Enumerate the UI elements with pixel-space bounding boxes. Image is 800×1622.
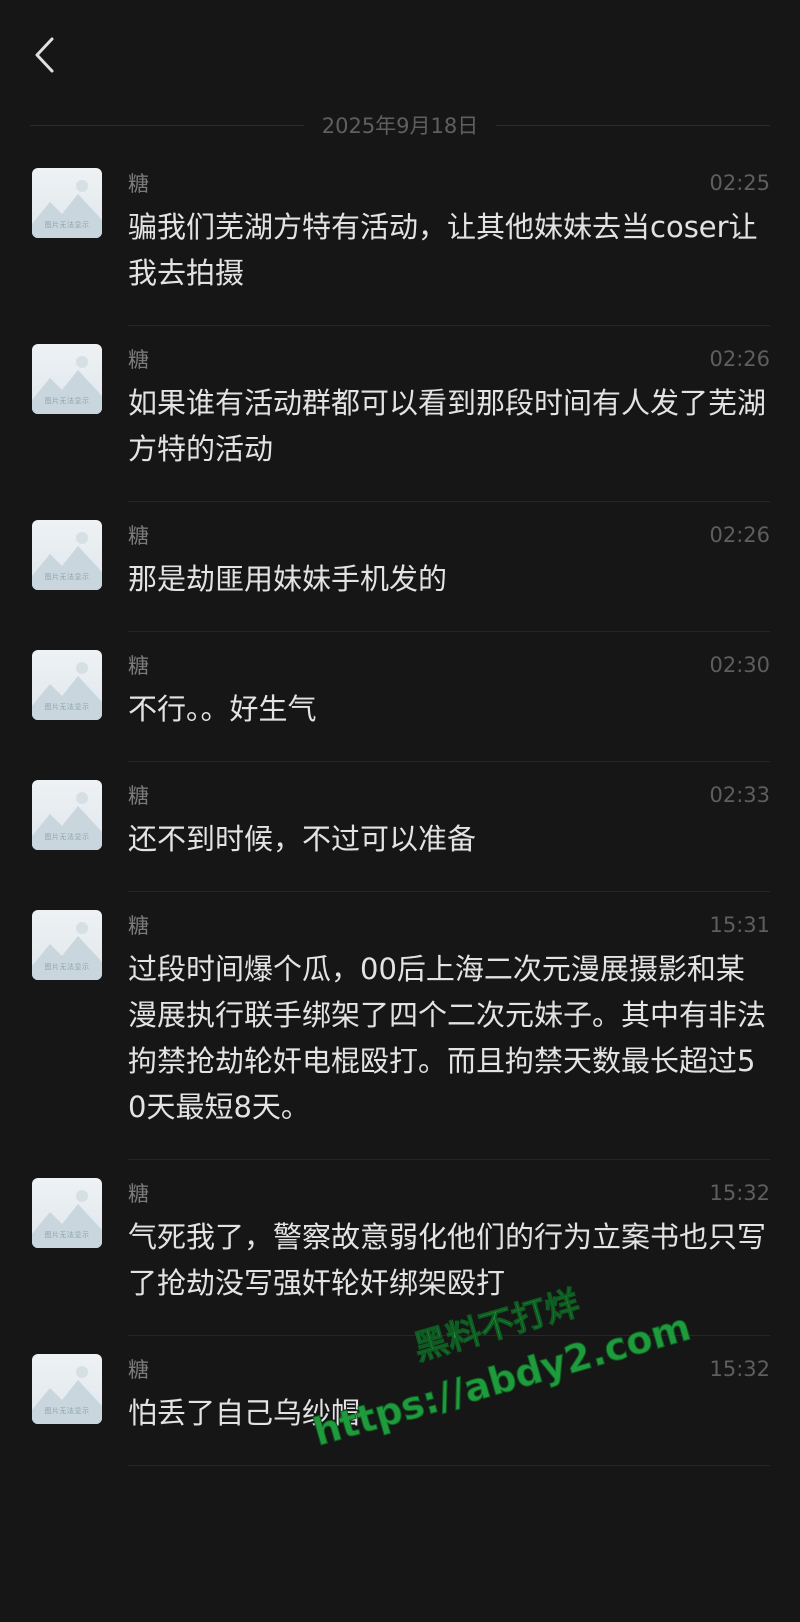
- message-body: 糖 02:26 如果谁有活动群都可以看到那段时间有人发了芜湖方特的活动: [128, 344, 770, 502]
- message-time: 02:25: [709, 171, 770, 195]
- message-header: 糖 15:32: [128, 1178, 770, 1208]
- message-text: 怕丢了自己乌纱帽: [128, 1396, 361, 1430]
- message-time: 02:26: [709, 523, 770, 547]
- message-time: 15:32: [709, 1357, 770, 1381]
- message-header: 糖 02:25: [128, 168, 770, 198]
- avatar-caption: 图片无法显示: [44, 1231, 90, 1239]
- sender-name: 糖: [128, 172, 149, 196]
- message-time: 02:33: [709, 783, 770, 807]
- message-time: 02:30: [709, 653, 770, 677]
- message-header: 糖 15:31: [128, 910, 770, 940]
- message-item: 图片无法显示 糖 02:25 骗我们芜湖方特有活动，让其他妹妹去当coser让我…: [0, 150, 800, 326]
- sender-name: 糖: [128, 524, 149, 548]
- message-text: 骗我们芜湖方特有活动，让其他妹妹去当coser让我去拍摄: [128, 210, 758, 290]
- message-body: 糖 15:32 怕丢了自己乌纱帽: [128, 1354, 770, 1466]
- message-item: 图片无法显示 糖 02:30 不行。。好生气: [0, 632, 800, 762]
- avatar[interactable]: 图片无法显示: [32, 910, 102, 980]
- message-text: 不行。。好生气: [128, 692, 317, 726]
- message-list: 图片无法显示 糖 02:25 骗我们芜湖方特有活动，让其他妹妹去当coser让我…: [0, 150, 800, 1466]
- avatar[interactable]: 图片无法显示: [32, 650, 102, 720]
- avatar[interactable]: 图片无法显示: [32, 780, 102, 850]
- sender-name: 糖: [128, 1182, 149, 1206]
- message-header: 糖 02:26: [128, 344, 770, 374]
- sender-name: 糖: [128, 1358, 149, 1382]
- message-header: 糖 02:30: [128, 650, 770, 680]
- sender-name: 糖: [128, 914, 149, 938]
- avatar[interactable]: 图片无法显示: [32, 344, 102, 414]
- message-header: 糖 02:33: [128, 780, 770, 810]
- back-button[interactable]: [24, 30, 64, 80]
- message-item: 图片无法显示 糖 15:31 过段时间爆个瓜，00后上海二次元漫展摄影和某漫展执…: [0, 892, 800, 1160]
- sender-name: 糖: [128, 348, 149, 372]
- message-item: 图片无法显示 糖 02:33 还不到时候，不过可以准备: [0, 762, 800, 892]
- message-text: 如果谁有活动群都可以看到那段时间有人发了芜湖方特的活动: [128, 386, 767, 466]
- message-body: 糖 15:31 过段时间爆个瓜，00后上海二次元漫展摄影和某漫展执行联手绑架了四…: [128, 910, 770, 1160]
- message-item: 图片无法显示 糖 02:26 那是劫匪用妹妹手机发的: [0, 502, 800, 632]
- message-body: 糖 02:30 不行。。好生气: [128, 650, 770, 762]
- message-divider: [128, 1465, 770, 1466]
- date-divider-left: [30, 124, 304, 126]
- avatar[interactable]: 图片无法显示: [32, 1178, 102, 1248]
- message-text: 过段时间爆个瓜，00后上海二次元漫展摄影和某漫展执行联手绑架了四个二次元妹子。其…: [128, 952, 767, 1124]
- message-body: 糖 02:33 还不到时候，不过可以准备: [128, 780, 770, 892]
- date-label: 2025年9月18日: [321, 114, 479, 138]
- avatar[interactable]: 图片无法显示: [32, 1354, 102, 1424]
- avatar[interactable]: 图片无法显示: [32, 168, 102, 238]
- avatar-caption: 图片无法显示: [44, 833, 90, 841]
- avatar-caption: 图片无法显示: [44, 221, 90, 229]
- message-item: 图片无法显示 糖 02:26 如果谁有活动群都可以看到那段时间有人发了芜湖方特的…: [0, 326, 800, 502]
- avatar-caption: 图片无法显示: [44, 573, 90, 581]
- avatar[interactable]: 图片无法显示: [32, 520, 102, 590]
- avatar-caption: 图片无法显示: [44, 703, 90, 711]
- message-time: 15:31: [709, 913, 770, 937]
- message-header: 糖 02:26: [128, 520, 770, 550]
- message-body: 糖 02:26 那是劫匪用妹妹手机发的: [128, 520, 770, 632]
- message-text: 那是劫匪用妹妹手机发的: [128, 562, 448, 596]
- date-divider-right: [496, 124, 770, 126]
- message-time: 15:32: [709, 1181, 770, 1205]
- message-text: 气死我了，警察故意弱化他们的行为立案书也只写了抢劫没写强奸轮奸绑架殴打: [128, 1220, 767, 1300]
- message-text: 还不到时候，不过可以准备: [128, 822, 477, 856]
- chevron-left-icon: [35, 37, 54, 73]
- message-item: 图片无法显示 糖 15:32 怕丢了自己乌纱帽: [0, 1336, 800, 1466]
- message-body: 糖 15:32 气死我了，警察故意弱化他们的行为立案书也只写了抢劫没写强奸轮奸绑…: [128, 1178, 770, 1336]
- message-item: 图片无法显示 糖 15:32 气死我了，警察故意弱化他们的行为立案书也只写了抢劫…: [0, 1160, 800, 1336]
- avatar-caption: 图片无法显示: [44, 397, 90, 405]
- message-time: 02:26: [709, 347, 770, 371]
- date-separator: 2025年9月18日: [30, 108, 770, 142]
- sender-name: 糖: [128, 784, 149, 808]
- avatar-caption: 图片无法显示: [44, 963, 90, 971]
- avatar-caption: 图片无法显示: [44, 1407, 90, 1415]
- message-header: 糖 15:32: [128, 1354, 770, 1384]
- message-body: 糖 02:25 骗我们芜湖方特有活动，让其他妹妹去当coser让我去拍摄: [128, 168, 770, 326]
- sender-name: 糖: [128, 654, 149, 678]
